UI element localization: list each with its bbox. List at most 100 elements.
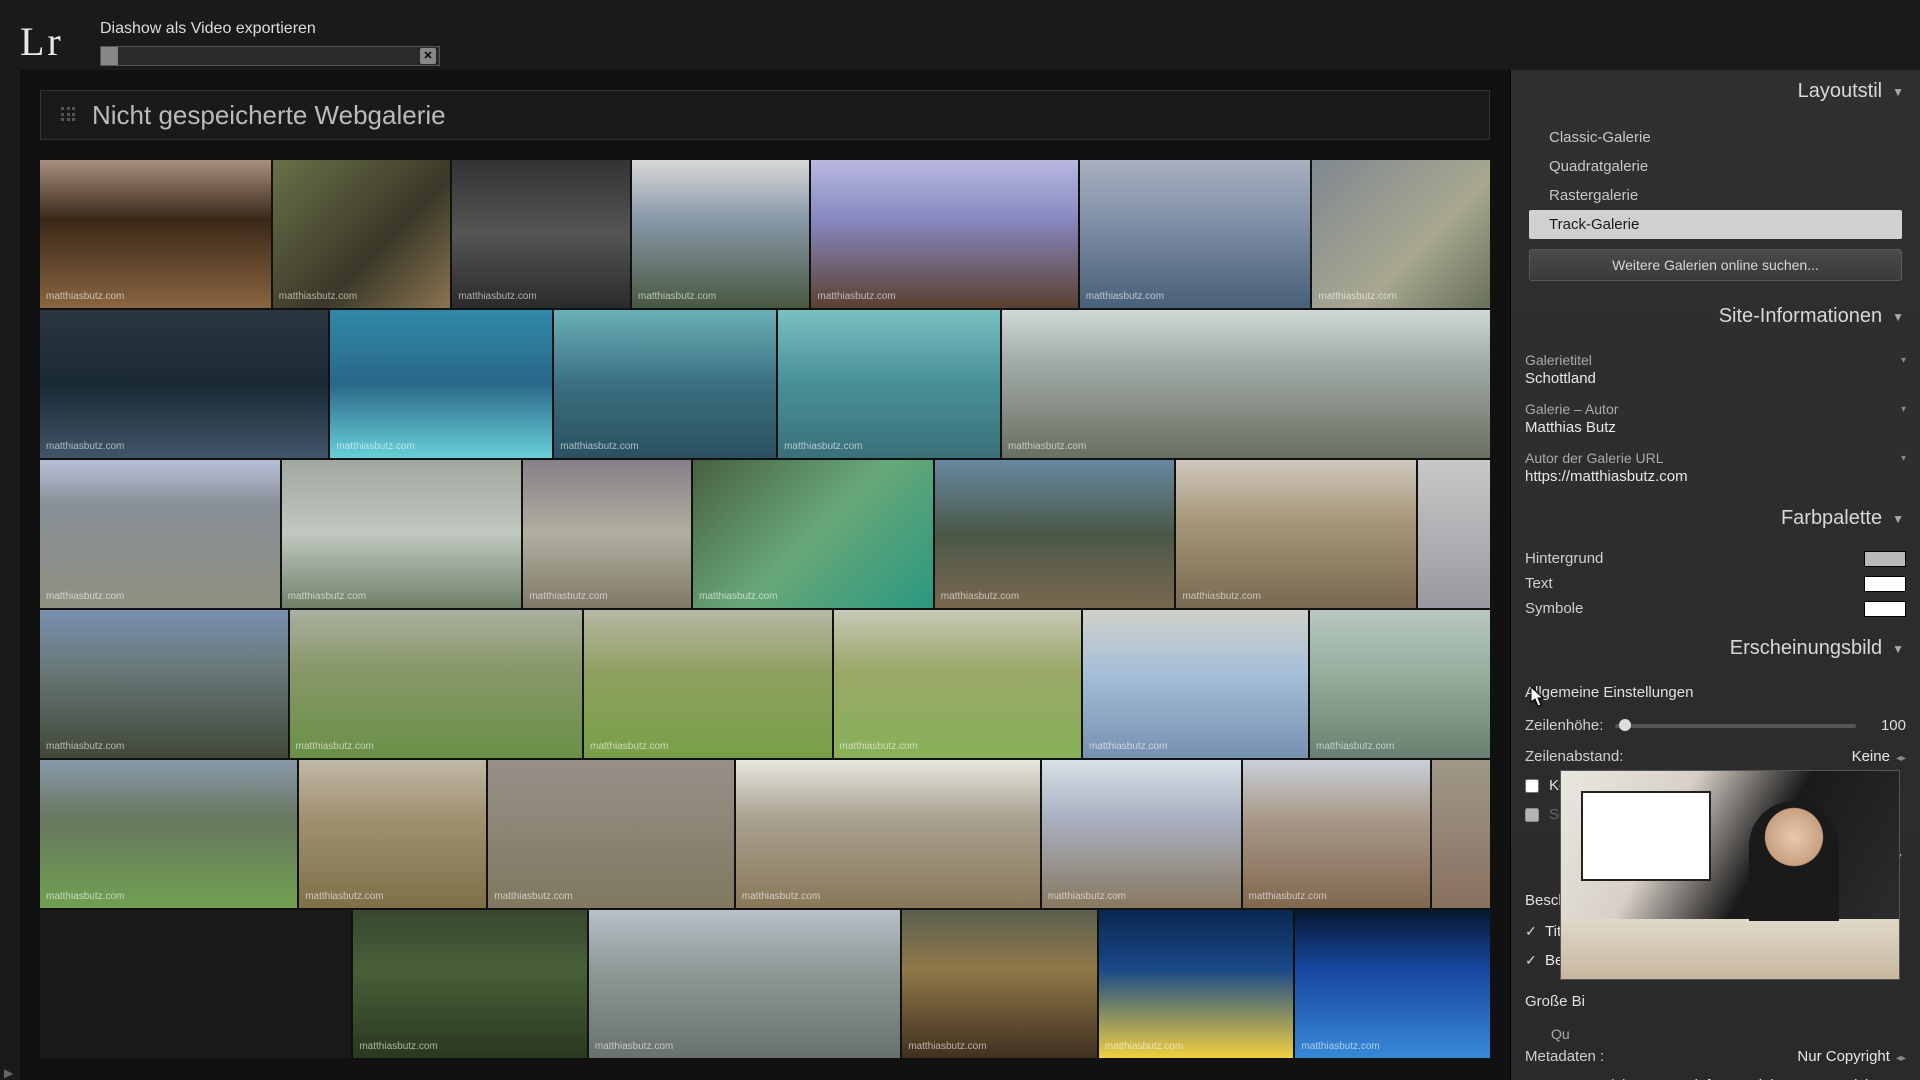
- thumbnail[interactable]: matthiasbutz.com: [589, 910, 900, 1058]
- layout-item-track[interactable]: Track-Galerie: [1529, 210, 1902, 239]
- thumbnail[interactable]: matthiasbutz.com: [935, 460, 1175, 608]
- thumbnail[interactable]: matthiasbutz.com: [1080, 160, 1311, 308]
- thumbnail[interactable]: matthiasbutz.com: [282, 460, 522, 608]
- thumbnail[interactable]: matthiasbutz.com: [40, 160, 271, 308]
- thumbnail[interactable]: matthiasbutz.com: [273, 160, 451, 308]
- find-more-galleries-button[interactable]: Weitere Galerien online suchen...: [1529, 249, 1902, 281]
- thumbnail[interactable]: matthiasbutz.com: [1312, 160, 1490, 308]
- thumbnail[interactable]: [40, 910, 351, 1058]
- thumbnail[interactable]: matthiasbutz.com: [902, 910, 1097, 1058]
- section-layoutstil-header[interactable]: Layoutstil ▼: [1511, 70, 1920, 113]
- thumbnail[interactable]: matthiasbutz.com: [523, 460, 691, 608]
- thumbnail[interactable]: [1432, 760, 1490, 908]
- section-farbpalette-header[interactable]: Farbpalette ▼: [1511, 497, 1920, 540]
- layout-style-list: Classic-Galerie Quadratgalerie Rastergal…: [1529, 123, 1902, 239]
- thumbnail[interactable]: matthiasbutz.com: [1042, 760, 1241, 908]
- thumbnail[interactable]: matthiasbutz.com: [1310, 610, 1490, 758]
- thumbnail[interactable]: matthiasbutz.com: [584, 610, 832, 758]
- hintergrund-label: Hintergrund: [1525, 550, 1603, 567]
- galerie-autor-label: Galerie – Autor▾: [1525, 401, 1906, 417]
- text-color-label: Text: [1525, 575, 1553, 592]
- thumbnail[interactable]: matthiasbutz.com: [290, 610, 583, 758]
- dropdown-icon[interactable]: ▾: [1901, 453, 1906, 464]
- schwebende-kopfzeile-checkbox: [1525, 808, 1539, 822]
- symbole-swatch[interactable]: [1864, 601, 1906, 617]
- photo-grid: matthiasbutz.com matthiasbutz.com matthi…: [40, 160, 1490, 1060]
- text-swatch[interactable]: [1864, 576, 1906, 592]
- section-erscheinungsbild-label: Erscheinungsbild: [1730, 637, 1882, 660]
- export-title: Diashow als Video exportieren: [100, 20, 440, 38]
- thumbnail[interactable]: matthiasbutz.com: [693, 460, 933, 608]
- thumbnail[interactable]: matthiasbutz.com: [554, 310, 776, 458]
- thumbnail[interactable]: matthiasbutz.com: [778, 310, 1000, 458]
- thumbnail[interactable]: matthiasbutz.com: [1295, 910, 1490, 1058]
- layout-item-raster[interactable]: Rastergalerie: [1529, 181, 1902, 210]
- section-farbpalette-label: Farbpalette: [1781, 507, 1882, 530]
- section-layoutstil-label: Layoutstil: [1798, 80, 1883, 103]
- thumbnail[interactable]: matthiasbutz.com: [488, 760, 734, 908]
- kopfzeile-anzeigen-checkbox[interactable]: [1525, 779, 1539, 793]
- cancel-export-button[interactable]: ✕: [420, 48, 436, 64]
- thumbnail[interactable]: matthiasbutz.com: [299, 760, 486, 908]
- stepper-icon[interactable]: ◂▸: [1896, 753, 1906, 764]
- thumbnail[interactable]: matthiasbutz.com: [40, 610, 288, 758]
- dropdown-icon[interactable]: ▾: [1901, 404, 1906, 415]
- thumbnail[interactable]: matthiasbutz.com: [1002, 310, 1490, 458]
- thumbnail[interactable]: matthiasbutz.com: [811, 160, 1077, 308]
- section-siteinfo-header[interactable]: Site-Informationen ▼: [1511, 295, 1920, 338]
- thumbnail[interactable]: matthiasbutz.com: [330, 310, 552, 458]
- thumbnail[interactable]: matthiasbutz.com: [736, 760, 1040, 908]
- hintergrund-swatch[interactable]: [1864, 551, 1906, 567]
- thumbnail[interactable]: matthiasbutz.com: [632, 160, 810, 308]
- autor-url-input[interactable]: https://matthiasbutz.com: [1525, 466, 1906, 491]
- collapse-icon: ▼: [1892, 512, 1904, 526]
- zeilenhoehe-value: 100: [1868, 717, 1906, 734]
- export-progress-fill: [101, 47, 118, 65]
- layout-item-quadrat[interactable]: Quadratgalerie: [1529, 152, 1902, 181]
- grosse-subheading: Große Bi: [1525, 985, 1906, 1018]
- symbole-color-label: Symbole: [1525, 600, 1583, 617]
- gallery-header-bar: Nicht gespeicherte Webgalerie: [40, 90, 1490, 140]
- galerietitel-input[interactable]: Schottland: [1525, 368, 1906, 393]
- metadaten-label: Metadaten :: [1525, 1048, 1604, 1065]
- thumbnail[interactable]: matthiasbutz.com: [40, 310, 328, 458]
- metadaten-value[interactable]: Nur Copyright: [1797, 1048, 1890, 1065]
- webcam-overlay: [1560, 770, 1900, 980]
- thumbnail[interactable]: matthiasbutz.com: [40, 460, 280, 608]
- thumbnail[interactable]: matthiasbutz.com: [40, 760, 297, 908]
- check-icon: ✓: [1525, 952, 1539, 969]
- export-panel: Diashow als Video exportieren ✕: [100, 20, 440, 66]
- zeilenhoehe-slider[interactable]: [1615, 724, 1856, 728]
- check-icon: ✓: [1525, 923, 1539, 940]
- expand-left-icon: ▶: [4, 1066, 13, 1080]
- thumbnail[interactable]: matthiasbutz.com: [1176, 460, 1416, 608]
- main-preview-area: Nicht gespeicherte Webgalerie matthiasbu…: [0, 70, 1510, 1080]
- app-logo: Lr: [20, 18, 64, 65]
- gallery-title: Nicht gespeicherte Webgalerie: [92, 100, 446, 131]
- zeilenabstand-label: Zeilenabstand:: [1525, 748, 1623, 765]
- zeilenhoehe-label: Zeilenhöhe:: [1525, 717, 1603, 734]
- left-panel-collapsed[interactable]: ▶: [0, 70, 20, 1080]
- qualitaet-label: Qu: [1525, 1026, 1906, 1042]
- thumbnail[interactable]: matthiasbutz.com: [834, 610, 1082, 758]
- autor-url-label: Autor der Galerie URL▾: [1525, 450, 1906, 466]
- zeilenabstand-value[interactable]: Keine: [1852, 748, 1890, 765]
- thumbnail[interactable]: [1418, 460, 1490, 608]
- thumbnail[interactable]: matthiasbutz.com: [1243, 760, 1430, 908]
- section-siteinfo-label: Site-Informationen: [1719, 305, 1882, 328]
- stepper-icon[interactable]: ◂▸: [1896, 1053, 1906, 1064]
- slider-thumb[interactable]: [1619, 719, 1631, 731]
- top-bar: Lr Diashow als Video exportieren ✕: [0, 0, 1920, 70]
- thumbnail[interactable]: matthiasbutz.com: [1099, 910, 1294, 1058]
- collapse-icon: ▼: [1892, 85, 1904, 99]
- thumbnail[interactable]: matthiasbutz.com: [452, 160, 630, 308]
- collapse-icon: ▼: [1892, 642, 1904, 656]
- layout-item-classic[interactable]: Classic-Galerie: [1529, 123, 1902, 152]
- section-erscheinungsbild-header[interactable]: Erscheinungsbild ▼: [1511, 627, 1920, 670]
- dropdown-icon[interactable]: ▾: [1901, 355, 1906, 366]
- grip-icon: [61, 107, 77, 123]
- galerie-autor-input[interactable]: Matthias Butz: [1525, 417, 1906, 442]
- thumbnail[interactable]: matthiasbutz.com: [1083, 610, 1308, 758]
- thumbnail[interactable]: matthiasbutz.com: [353, 910, 587, 1058]
- allgemein-subheading: Allgemeine Einstellungen: [1525, 676, 1906, 709]
